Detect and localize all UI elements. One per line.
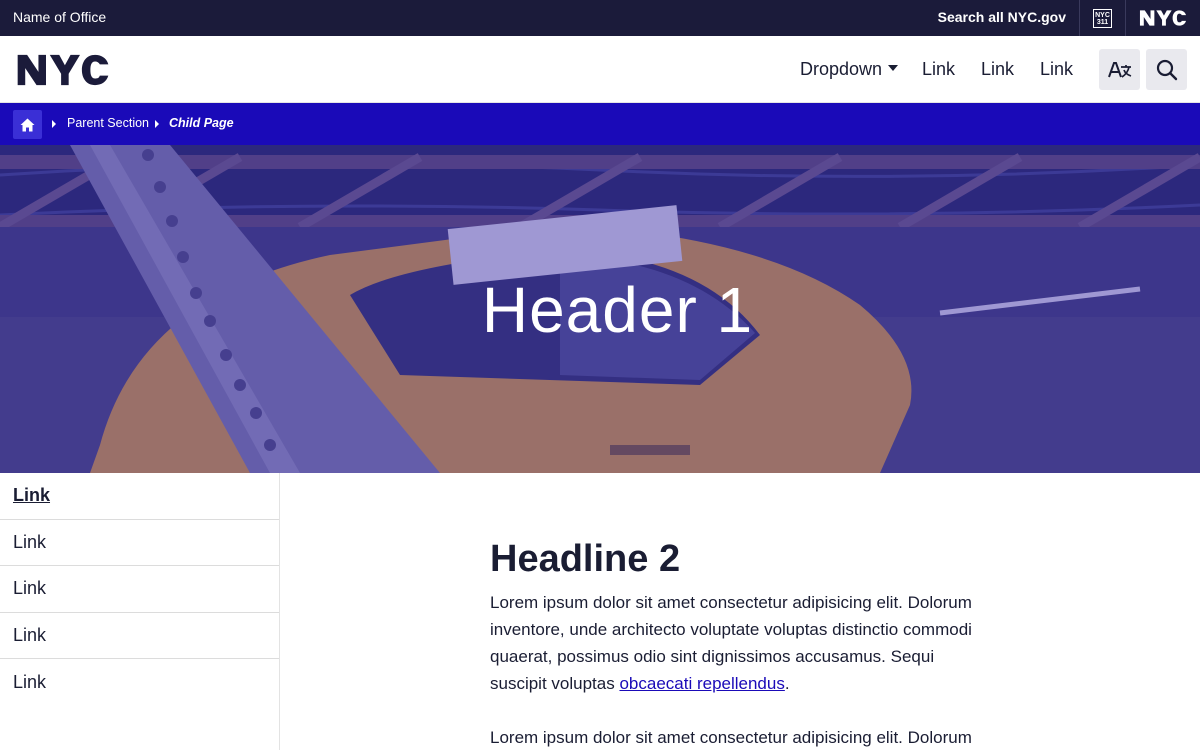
- nav-link-2[interactable]: Link: [981, 59, 1014, 80]
- home-icon: [20, 118, 35, 131]
- office-name[interactable]: Name of Office: [13, 9, 106, 25]
- nyc-logo-small-icon[interactable]: [1139, 9, 1187, 27]
- section-headline: Headline 2: [490, 538, 681, 580]
- nav-link-1[interactable]: Link: [922, 59, 955, 80]
- caret-down-icon: [888, 65, 899, 72]
- page-title: Header 1: [481, 274, 754, 346]
- nav-dropdown-label: Dropdown: [800, 59, 883, 79]
- sidenav-item[interactable]: Link: [0, 613, 279, 659]
- nav-dropdown[interactable]: Dropdown: [800, 59, 899, 80]
- search-icon: [1156, 59, 1177, 80]
- chevron-right-icon: [155, 120, 159, 128]
- inline-link[interactable]: obcaecati repellendus: [619, 674, 784, 693]
- divider: [1079, 0, 1080, 36]
- translate-button[interactable]: [1099, 49, 1140, 90]
- hero-banner: Header 1: [0, 145, 1200, 473]
- sidenav-item-active[interactable]: Link: [0, 473, 279, 520]
- nav-link-3[interactable]: Link: [1040, 59, 1073, 80]
- side-navigation: Link Link Link Link Link: [0, 473, 280, 750]
- breadcrumb-parent[interactable]: Parent Section: [67, 116, 149, 130]
- sidenav-item[interactable]: Link: [0, 659, 279, 706]
- search-all-nyc-link[interactable]: Search all NYC.gov: [938, 9, 1066, 25]
- nyc-311-icon[interactable]: NYC 311: [1093, 9, 1112, 28]
- divider: [1125, 0, 1126, 36]
- breadcrumb-home[interactable]: [13, 110, 42, 139]
- sidenav-item[interactable]: Link: [0, 566, 279, 613]
- search-button[interactable]: [1146, 49, 1187, 90]
- sidenav-item[interactable]: Link: [0, 520, 279, 566]
- main-header: Dropdown Link Link Link: [0, 36, 1200, 103]
- breadcrumb: Parent Section Child Page: [0, 103, 1200, 145]
- breadcrumb-current: Child Page: [169, 116, 234, 130]
- utility-bar: Name of Office Search all NYC.gov NYC 311: [0, 0, 1200, 36]
- translate-icon: [1107, 61, 1131, 78]
- body-paragraph: Lorem ipsum dolor sit amet consectetur a…: [490, 589, 990, 697]
- nyc-logo[interactable]: [13, 53, 113, 87]
- main-content: Headline 2 Lorem ipsum dolor sit amet co…: [490, 538, 990, 750]
- body-paragraph: Lorem ipsum dolor sit amet consectetur a…: [490, 728, 972, 747]
- chevron-right-icon: [52, 120, 56, 128]
- paragraph-text: .: [784, 674, 790, 693]
